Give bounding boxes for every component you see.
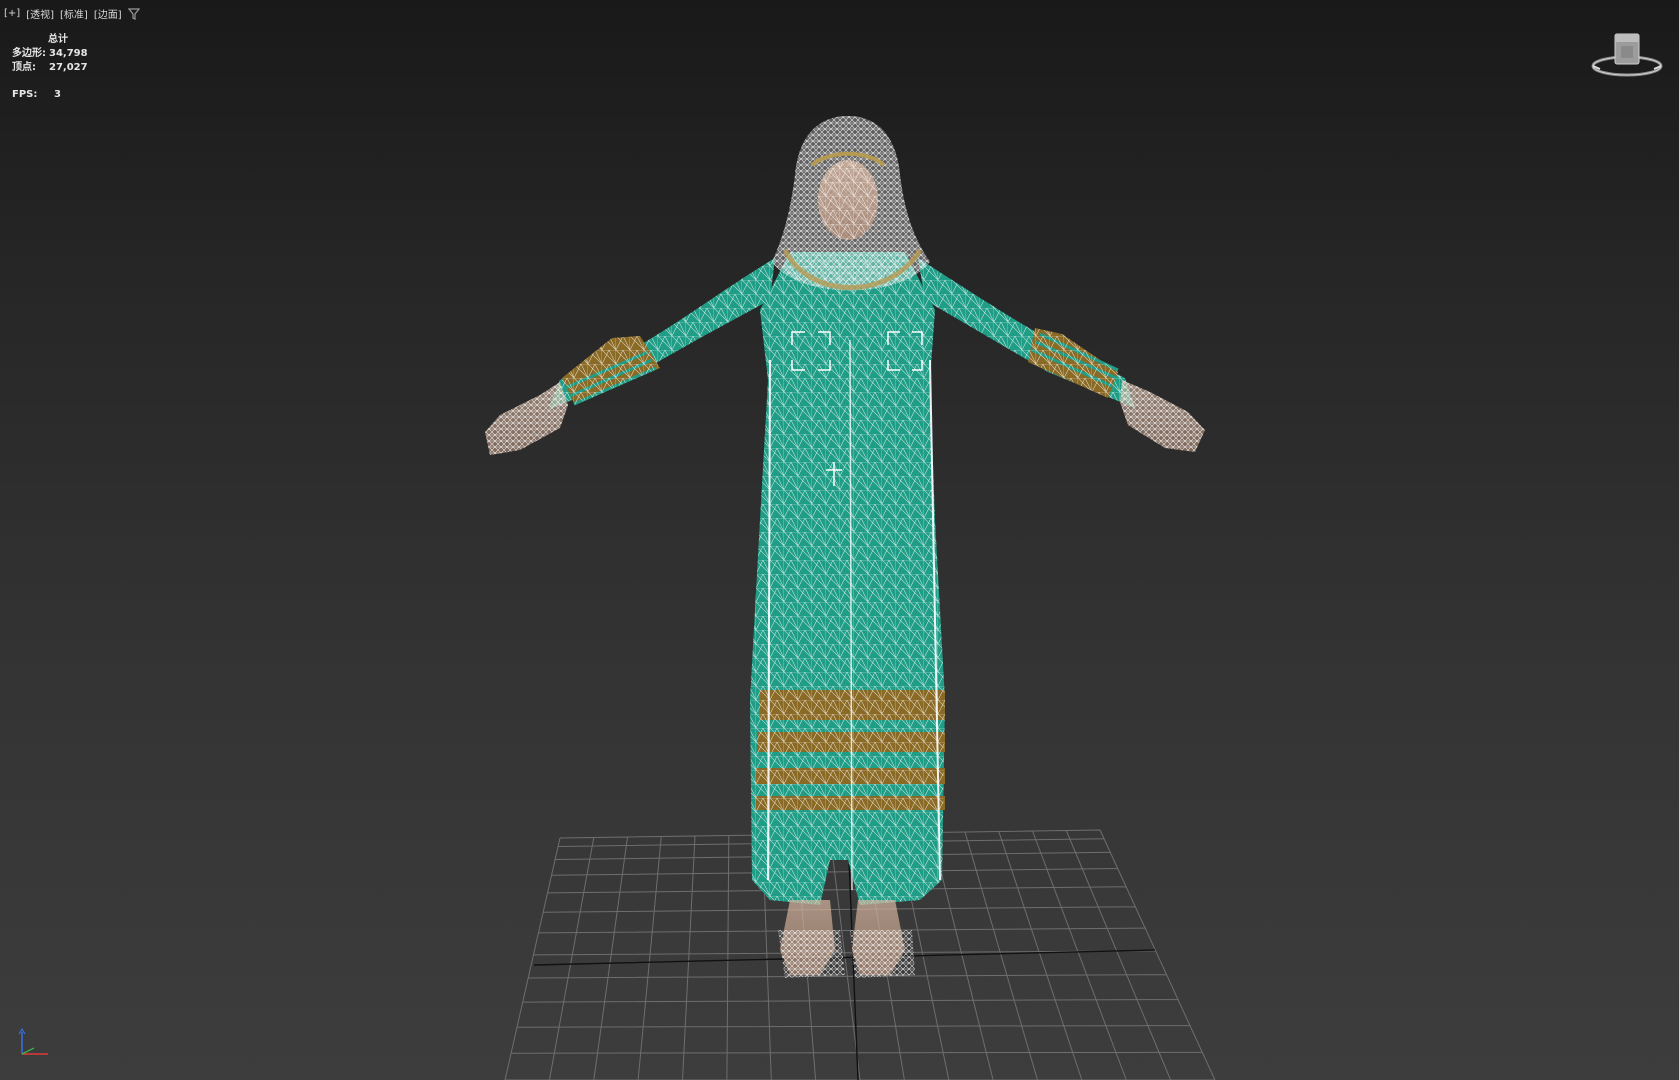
right-arm — [918, 258, 1205, 452]
axis-tripod-icon — [18, 1027, 48, 1055]
head-hijab — [772, 116, 930, 291]
left-arm — [485, 258, 775, 455]
perspective-viewport[interactable]: [+] [透视] [标准] [边面] 总计 多边形: 34,798 顶点: 27… — [0, 0, 1679, 1080]
character-model[interactable] — [485, 116, 1205, 978]
dress-body — [750, 252, 945, 905]
scene-3d-view — [485, 116, 1216, 1080]
